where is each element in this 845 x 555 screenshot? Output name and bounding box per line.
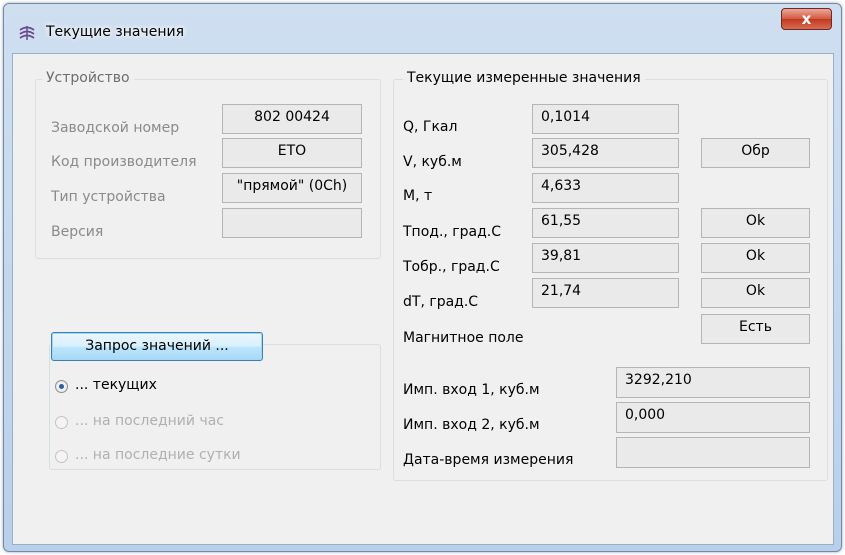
app-icon [19,26,35,40]
magnetic-field-status: Есть [701,314,810,344]
request-values-button[interactable]: Запрос значений ... [51,332,263,361]
version-label: Версия [51,224,104,240]
version-field [222,208,362,238]
radio-current-label[interactable]: ... текущих [75,377,157,393]
volume-v-label: V, куб.м [403,154,462,170]
device-type-field: "прямой" (0Ch) [222,173,362,203]
window: Текущие значения x Устройство Заводской … [3,3,842,552]
temp-diff-field: 21,74 [532,278,679,308]
temp-supply-field: 61,55 [532,208,679,238]
heat-q-field: 0,1014 [532,104,679,134]
temp-diff-status: Ok [701,278,810,308]
radio-last-hour-label[interactable]: ... на последний час [75,413,224,429]
radio-current[interactable] [55,380,68,393]
pulse-input-1-label: Имп. вход 1, куб.м [403,382,540,398]
temp-diff-label: dT, град.С [403,294,479,310]
temp-return-label: Tобр., град.С [403,259,500,275]
temp-return-status: Ok [701,243,810,273]
radio-last-day-label[interactable]: ... на последние сутки [75,447,241,463]
pulse-input-2-label: Имп. вход 2, куб.м [403,417,540,433]
measurement-datetime-label: Дата-время измерения [403,452,574,468]
dialog-client-area: Устройство Заводской номер 802 00424 Код… [12,53,834,545]
close-button[interactable]: x [781,8,832,30]
mass-m-label: M, т [403,188,433,204]
serial-number-label: Заводской номер [51,120,180,136]
radio-last-day[interactable] [55,450,68,463]
heat-q-label: Q, Гкал [403,119,458,135]
pulse-input-1-field: 3292,210 [616,367,810,398]
manufacturer-code-label: Код производителя [51,154,197,170]
temp-supply-label: Tпод., град.С [403,224,502,240]
temp-return-field: 39,81 [532,243,679,273]
magnetic-field-label: Магнитное поле [403,330,524,346]
volume-v-status: Обр [701,138,810,168]
temp-supply-status: Ok [701,208,810,238]
title-bar[interactable]: Текущие значения x [4,4,841,54]
measurement-datetime-field [616,437,810,468]
window-title: Текущие значения [46,24,184,40]
serial-number-field: 802 00424 [222,104,362,134]
volume-v-field: 305,428 [532,138,679,168]
device-type-label: Тип устройства [51,189,166,205]
close-icon: x [801,10,812,28]
pulse-input-2-field: 0,000 [616,402,810,433]
manufacturer-code-field: ETO [222,138,362,168]
measured-group-title: Текущие измеренные значения [403,70,645,86]
radio-last-hour[interactable] [55,416,68,429]
mass-m-field: 4,633 [532,173,679,203]
device-group-title: Устройство [42,70,134,86]
